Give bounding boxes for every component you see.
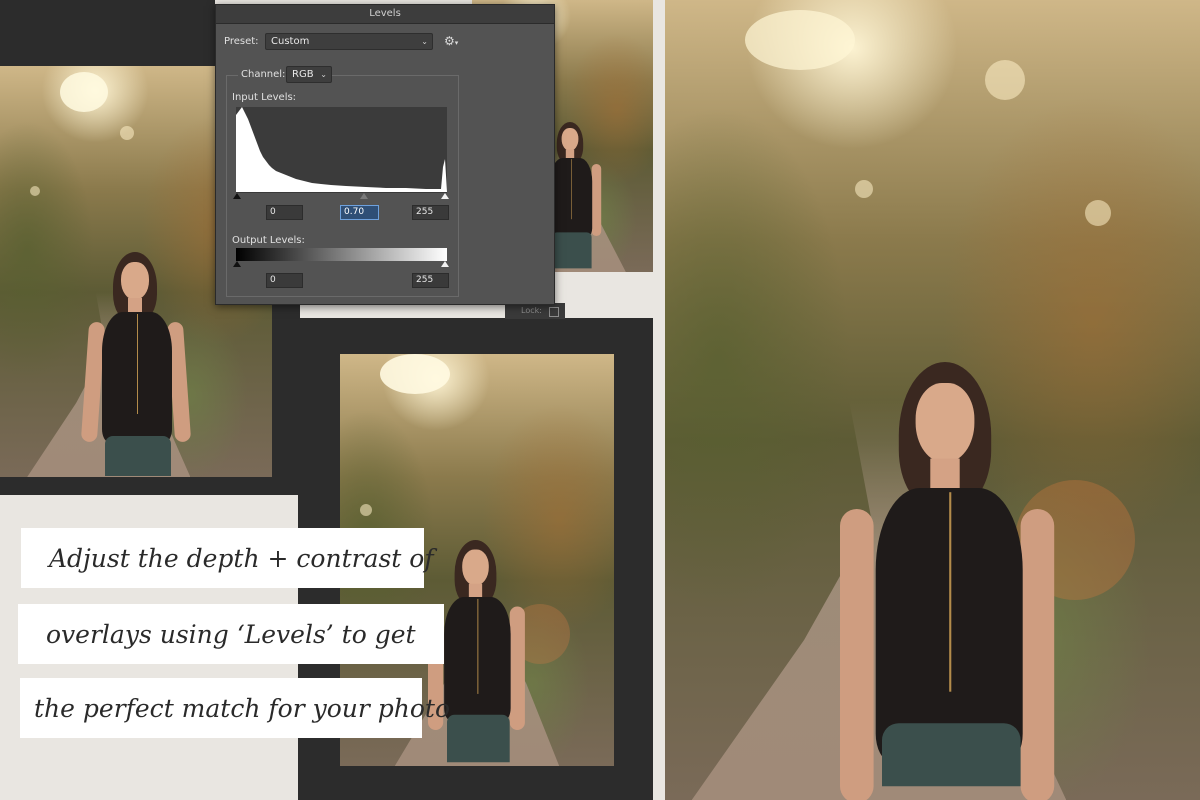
chevron-down-icon: ⌄ — [421, 37, 428, 46]
lock-icon[interactable] — [549, 307, 559, 317]
output-gradient — [236, 248, 447, 261]
output-levels-label: Output Levels: — [232, 235, 305, 246]
output-white-slider[interactable] — [441, 261, 449, 267]
output-black-slider[interactable] — [233, 261, 241, 267]
caption-line-1: Adjust the depth + contrast of — [21, 528, 434, 588]
input-white-slider[interactable] — [441, 193, 449, 199]
caption-line-3-text: the perfect match for your photo — [34, 693, 451, 723]
preset-select[interactable]: Custom ⌄ — [265, 33, 433, 50]
preset-label: Preset: — [224, 36, 259, 47]
workspace-top-strip — [0, 0, 215, 58]
channel-label: Channel: — [238, 69, 289, 80]
input-levels-label: Input Levels: — [232, 92, 297, 103]
caption-line-2: overlays using ‘Levels’ to get — [18, 604, 444, 664]
histogram — [236, 107, 447, 192]
caption-line-3: the perfect match for your photo — [20, 678, 450, 738]
caption-line-1-text: Adjust the depth + contrast of — [49, 543, 434, 573]
input-gamma-field[interactable]: 0.70 — [340, 205, 379, 220]
input-black-slider[interactable] — [233, 193, 241, 199]
dialog-title[interactable]: Levels — [216, 5, 554, 24]
photo-right — [665, 0, 1200, 800]
channel-value: RGB — [292, 69, 314, 80]
levels-dialog: Levels Preset: Custom ⌄ ⚙▾ Channel: RGB … — [215, 4, 555, 305]
lock-label: Lock: — [521, 306, 542, 315]
input-black-field[interactable]: 0 — [266, 205, 303, 220]
chevron-down-icon: ⌄ — [320, 70, 327, 79]
input-slider-track — [236, 192, 447, 193]
channel-select[interactable]: RGB ⌄ — [286, 66, 332, 83]
input-white-field[interactable]: 255 — [412, 205, 449, 220]
caption-line-2-text: overlays using ‘Levels’ to get — [46, 619, 416, 649]
preset-value: Custom — [271, 36, 310, 47]
gear-icon[interactable]: ⚙▾ — [444, 34, 458, 48]
input-gamma-slider[interactable] — [360, 193, 368, 199]
output-black-field[interactable]: 0 — [266, 273, 303, 288]
output-white-field[interactable]: 255 — [412, 273, 449, 288]
